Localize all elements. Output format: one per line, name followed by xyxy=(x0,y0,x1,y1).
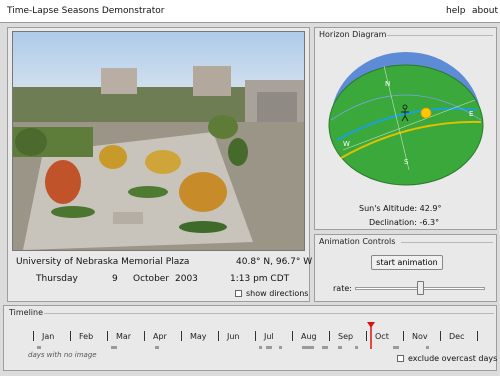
month-label: Aug xyxy=(301,332,317,341)
coordinates: 40.8° N, 96.7° W xyxy=(236,257,313,267)
date-marker[interactable] xyxy=(366,322,376,349)
exclude-overcast-checkbox[interactable] xyxy=(397,355,404,362)
east-label: E xyxy=(469,110,473,118)
horizon-legend: Horizon Diagram xyxy=(319,30,387,39)
show-directions-checkbox[interactable] xyxy=(235,290,242,297)
month-label: Dec xyxy=(449,332,465,341)
gap-bar xyxy=(279,346,282,349)
sun-altitude: Sun's Altitude: 42.9° xyxy=(359,204,442,213)
gap-bar xyxy=(322,346,328,349)
exclude-overcast-label: exclude overcast days xyxy=(408,354,498,363)
app-title: Time-Lapse Seasons Demonstrator xyxy=(7,6,165,16)
gap-bar xyxy=(37,346,41,349)
about-menu[interactable]: about xyxy=(472,6,498,16)
month-label: Oct xyxy=(375,332,389,341)
timeline-panel: Timeline Jan Feb Mar Apr May Jun Jul Aug Sep Oct N… xyxy=(3,305,497,371)
north-label: N xyxy=(385,80,390,88)
gap-bar xyxy=(155,346,159,349)
title-bar: Time-Lapse Seasons Demonstrator help abo… xyxy=(0,0,500,23)
legend-rule xyxy=(401,242,493,243)
gap-bar xyxy=(111,346,117,349)
rate-slider-thumb[interactable] xyxy=(416,281,424,295)
time: 1:13 pm CDT xyxy=(230,274,290,284)
animation-panel: Animation Controls start animation rate: xyxy=(314,234,497,302)
timeline-track[interactable]: Jan Feb Mar Apr May Jun Jul Aug Sep Oct Nov Dec day… xyxy=(4,306,498,372)
month-tick xyxy=(181,331,182,341)
sun-icon xyxy=(420,107,432,119)
horizon-panel: Horizon Diagram N E S W Sun's Altitude: … xyxy=(314,27,497,230)
plaza-image xyxy=(13,32,304,250)
month-tick xyxy=(218,331,219,341)
month-label: Mar xyxy=(116,332,132,341)
month-tick xyxy=(403,331,404,341)
gap-bar xyxy=(393,346,399,349)
date-day: 9 xyxy=(112,274,118,284)
month-label: Nov xyxy=(412,332,428,341)
gap-bar xyxy=(426,346,429,349)
month-tick xyxy=(144,331,145,341)
no-image-legend: days with no image xyxy=(28,351,97,359)
month-label: Jul xyxy=(264,332,274,341)
month-label: Sep xyxy=(338,332,354,341)
animation-legend: Animation Controls xyxy=(319,237,396,246)
location-name: University of Nebraska Memorial Plaza xyxy=(16,257,190,267)
gap-bar xyxy=(266,346,272,349)
date-month: October xyxy=(133,274,170,284)
show-directions-label: show directions xyxy=(246,289,309,298)
west-label: W xyxy=(343,140,350,148)
horizon-diagram: N E S W xyxy=(328,52,484,186)
ground-plane xyxy=(328,64,484,186)
month-label: Jan xyxy=(42,332,55,341)
month-label: Jun xyxy=(227,332,240,341)
gap-bar xyxy=(338,346,342,349)
start-animation-button[interactable]: start animation xyxy=(371,255,443,270)
month-label: Feb xyxy=(79,332,94,341)
gap-bar xyxy=(259,346,262,349)
gap-bar xyxy=(355,346,358,349)
month-tick xyxy=(440,331,441,341)
day-of-week: Thursday xyxy=(36,274,78,284)
month-tick xyxy=(107,331,108,341)
month-tick xyxy=(292,331,293,341)
month-label: Apr xyxy=(153,332,167,341)
help-menu[interactable]: help xyxy=(446,6,465,16)
south-label: S xyxy=(404,158,409,166)
date-year: 2003 xyxy=(175,274,198,284)
month-tick xyxy=(70,331,71,341)
rate-label: rate: xyxy=(333,284,352,293)
month-tick xyxy=(33,331,34,341)
month-tick xyxy=(255,331,256,341)
declination: Declination: -6.3° xyxy=(369,218,440,227)
gap-bar xyxy=(302,346,314,349)
month-tick xyxy=(329,331,330,341)
month-tick xyxy=(477,331,478,341)
photo-panel: University of Nebraska Memorial Plaza 40… xyxy=(7,27,313,302)
legend-rule xyxy=(387,35,493,36)
webcam-photo xyxy=(12,31,305,251)
month-label: May xyxy=(190,332,207,341)
